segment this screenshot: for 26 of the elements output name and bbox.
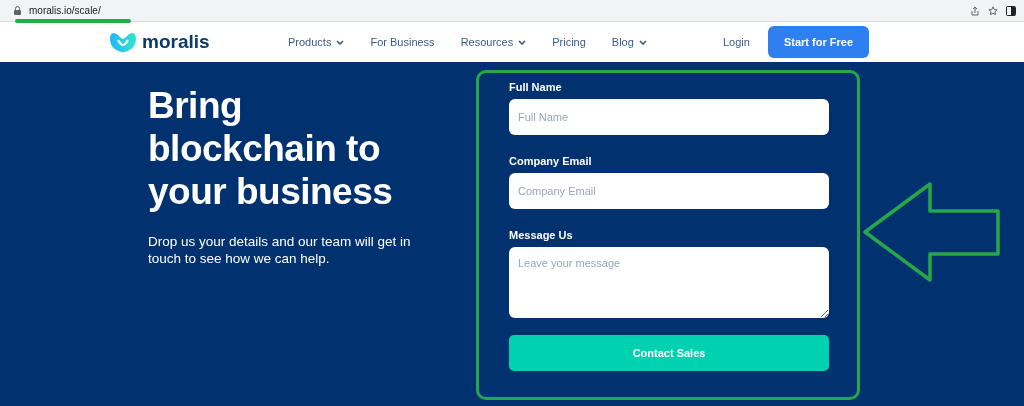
nav-link[interactable]: Blog xyxy=(611,36,647,48)
start-button[interactable]: Start for Free xyxy=(767,26,869,58)
logo-text[interactable]: moralis xyxy=(142,31,210,53)
lock-icon xyxy=(14,6,21,15)
message-field[interactable]: Leave your message xyxy=(509,247,829,318)
input-field[interactable]: Full Name xyxy=(509,99,829,135)
arrow-icon xyxy=(862,182,1002,282)
star-icon[interactable] xyxy=(988,5,998,16)
nav-link[interactable]: Products xyxy=(288,36,345,48)
caret-icon xyxy=(518,39,527,45)
share-icon[interactable] xyxy=(970,5,980,16)
field-label: Full Name xyxy=(509,81,563,93)
nav-link[interactable]: For Business xyxy=(370,36,435,48)
hero-title: Bring blockchain to your business xyxy=(148,84,394,213)
login-link[interactable]: Login xyxy=(723,36,750,48)
logo-icon xyxy=(110,31,136,53)
field-label: Company Email xyxy=(509,155,593,167)
caret-icon xyxy=(336,39,345,45)
input-field[interactable]: Company Email xyxy=(509,173,829,209)
url-field[interactable]: moralis.io/scale/ xyxy=(29,5,101,16)
caret-icon xyxy=(638,39,647,45)
sidebar-icon[interactable] xyxy=(1006,5,1016,16)
nav-link[interactable]: Pricing xyxy=(552,36,586,48)
field-label: Message Us xyxy=(509,229,574,241)
nav-link[interactable]: Resources xyxy=(460,36,527,48)
hero-text: Drop us your details and our team will get in touch to see how we can help. xyxy=(148,233,412,267)
